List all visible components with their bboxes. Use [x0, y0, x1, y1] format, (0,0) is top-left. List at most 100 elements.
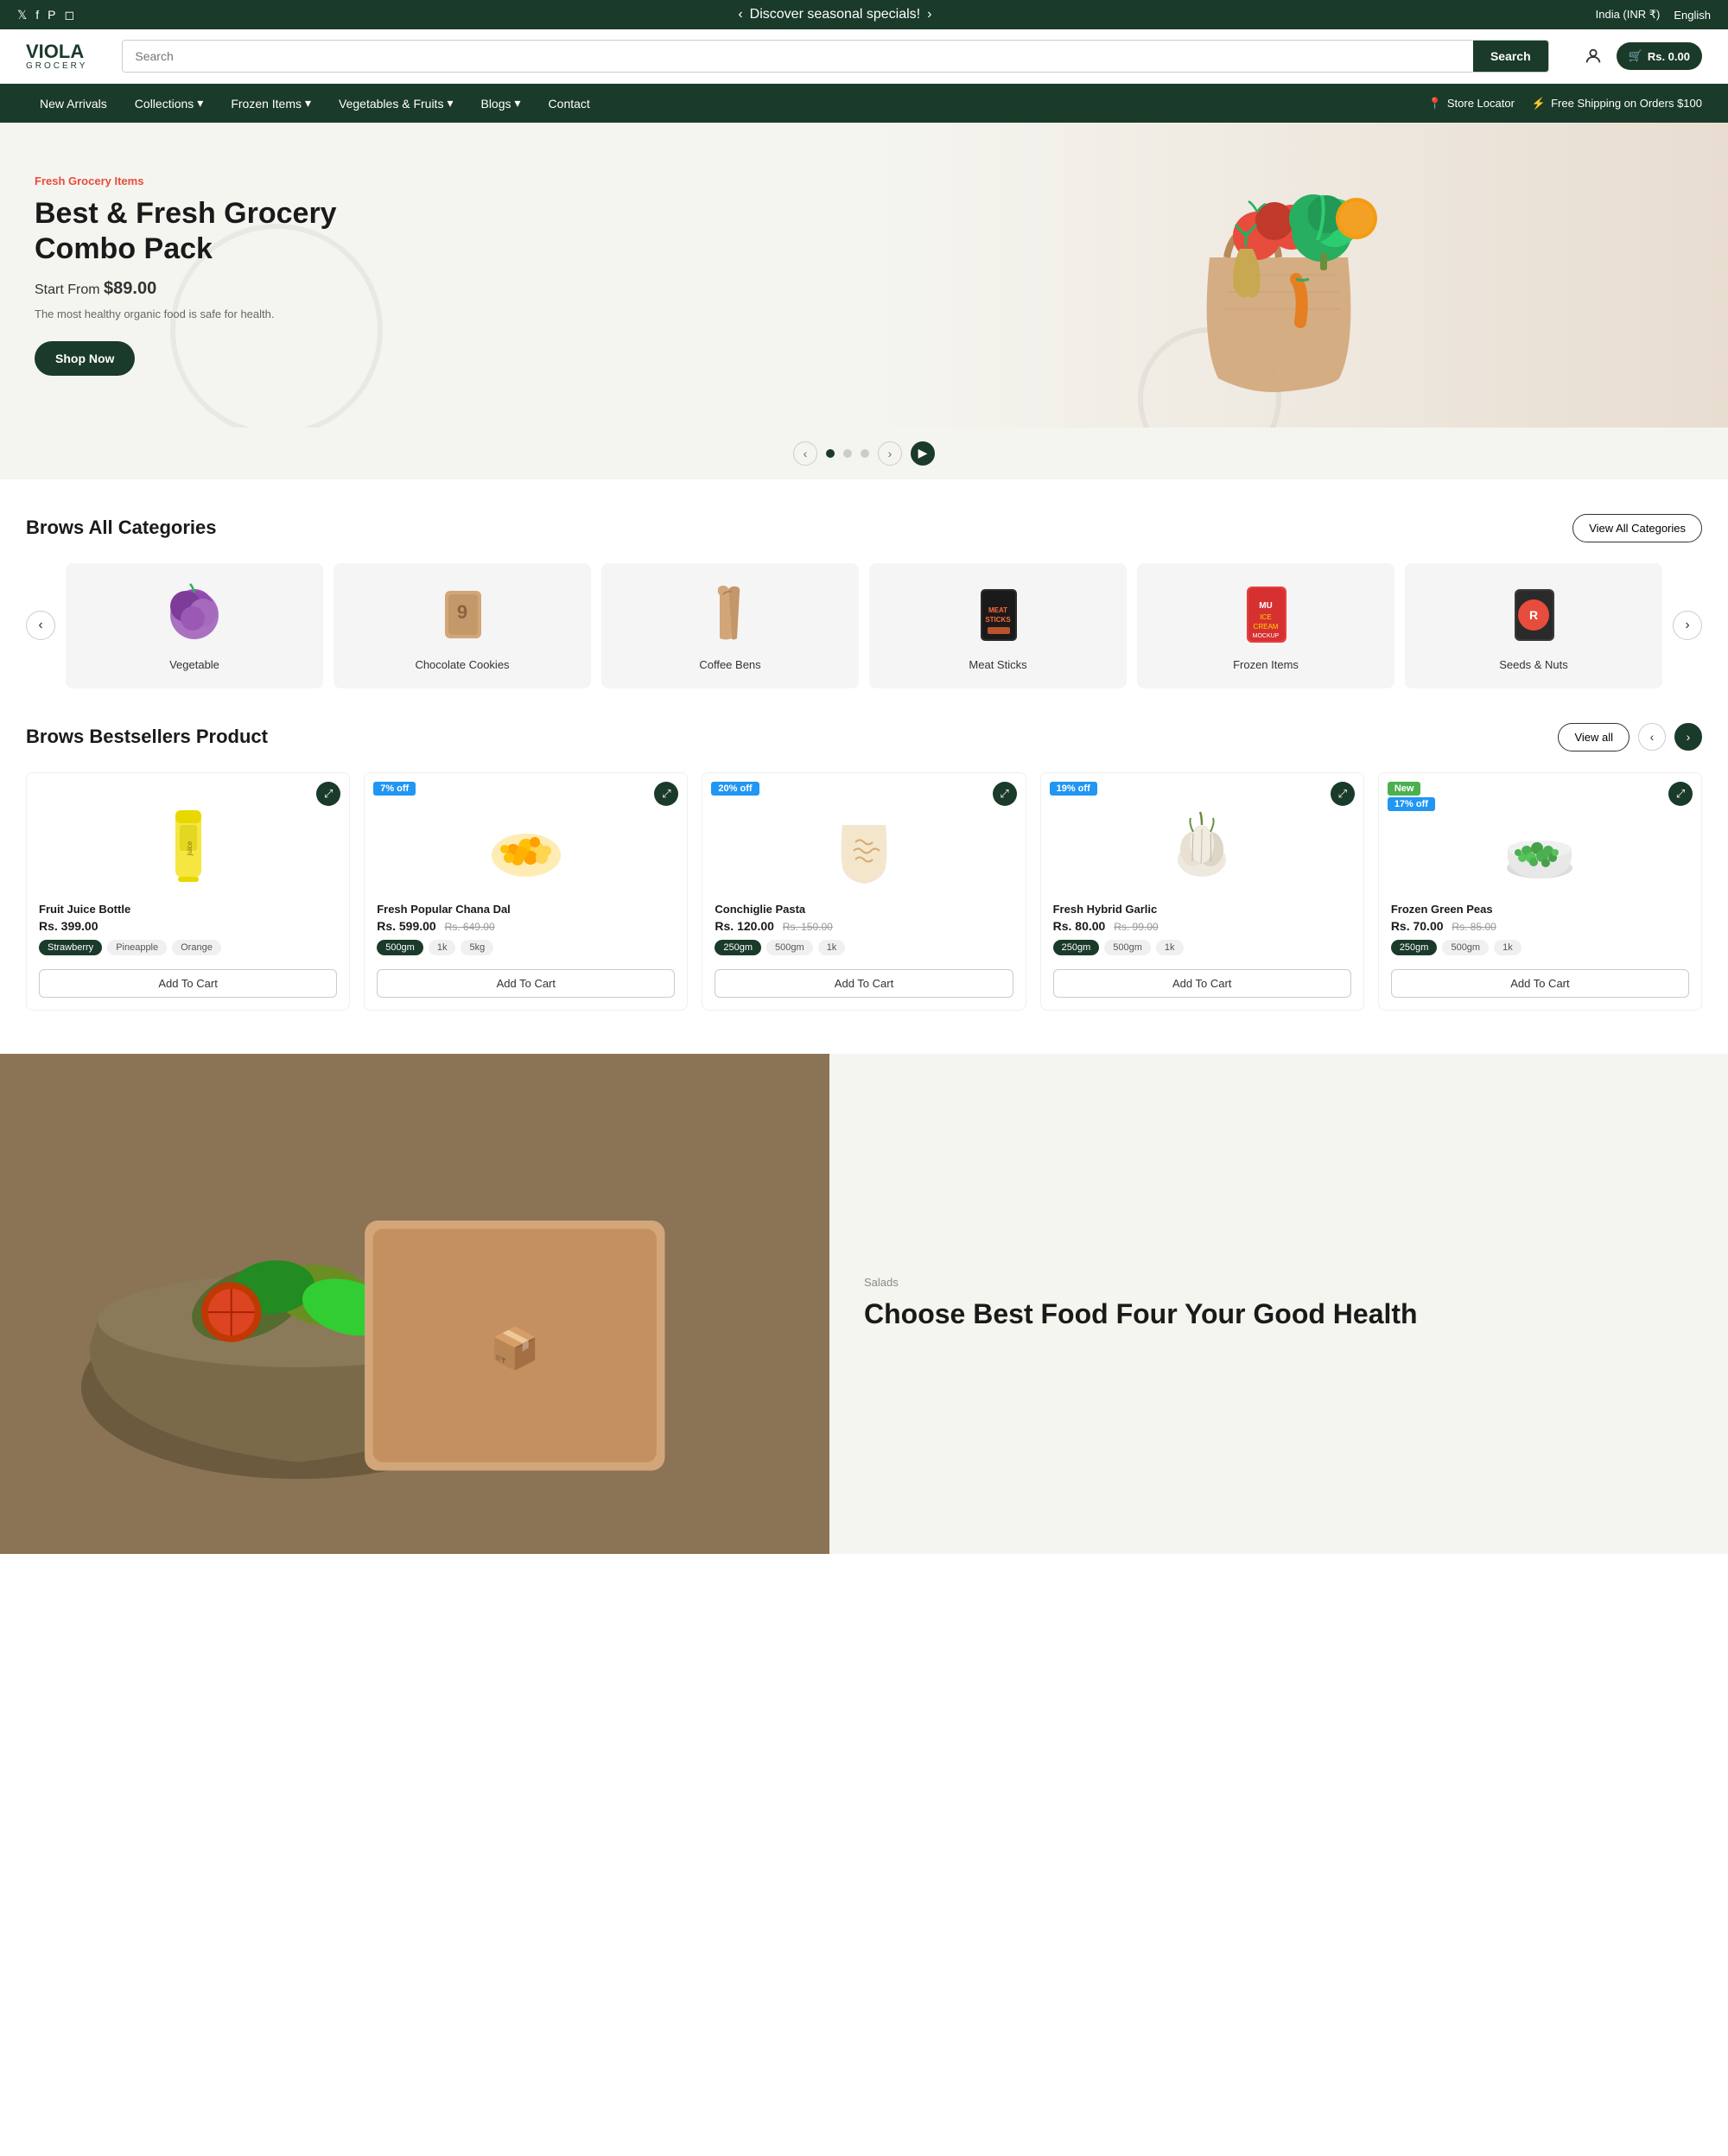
categories-prev-arrow[interactable]: ‹ — [26, 611, 55, 640]
hero-play-button[interactable]: ▶ — [911, 441, 935, 466]
size-250gm[interactable]: 250gm — [715, 940, 761, 955]
add-to-cart-garlic[interactable]: Add To Cart — [1053, 969, 1351, 998]
nav-item-vegetables[interactable]: Vegetables & Fruits ▾ — [325, 84, 467, 123]
announcement-text: Discover seasonal specials! — [750, 7, 920, 22]
category-frozen[interactable]: MU ICE CREAM MOCKUP Frozen Items — [1137, 563, 1394, 688]
product-expand-garlic[interactable]: ⤢ — [1331, 782, 1355, 806]
size-5kg[interactable]: 5kg — [461, 940, 493, 955]
add-to-cart-juice[interactable]: Add To Cart — [39, 969, 337, 998]
product-name-juice: Fruit Juice Bottle — [39, 903, 337, 916]
hero-title: Best & Fresh Grocery Combo Pack — [35, 196, 397, 267]
product-image-garlic — [1053, 799, 1351, 894]
category-meat-label: Meat Sticks — [878, 658, 1118, 671]
product-badge-chana: 7% off — [373, 782, 416, 796]
hero-dot-2[interactable] — [843, 449, 852, 458]
location-icon: 📍 — [1428, 97, 1442, 111]
product-sizes-pasta: 250gm 500gm 1k — [715, 940, 1013, 955]
product-badge-pasta: 20% off — [711, 782, 759, 796]
salads-title: Choose Best Food Four Your Good Health — [864, 1297, 1693, 1330]
size-500gm[interactable]: 500gm — [1442, 940, 1489, 955]
product-price-garlic: Rs. 80.00 Rs. 99.00 — [1053, 919, 1351, 933]
search-input[interactable] — [123, 41, 1473, 72]
size-250gm[interactable]: 250gm — [1053, 940, 1100, 955]
nav-item-collections[interactable]: Collections ▾ — [121, 84, 218, 123]
hero-prev-arrow[interactable]: ‹ — [793, 441, 817, 466]
categories-section: Brows All Categories View All Categories… — [0, 479, 1728, 723]
product-badge-new: New — [1388, 782, 1421, 796]
user-account-icon[interactable] — [1584, 47, 1603, 66]
size-orange[interactable]: Orange — [172, 940, 221, 955]
twitter-icon[interactable]: 𝕏 — [17, 8, 27, 22]
product-expand-peas[interactable]: ⤢ — [1668, 782, 1693, 806]
size-1k[interactable]: 1k — [818, 940, 846, 955]
hero-description: The most healthy organic food is safe fo… — [35, 308, 397, 320]
hero-dot-3[interactable] — [861, 449, 869, 458]
hero-dot-1[interactable] — [826, 449, 835, 458]
size-strawberry[interactable]: Strawberry — [39, 940, 102, 955]
cart-button[interactable]: 🛒 Rs. 0.00 — [1617, 42, 1702, 70]
category-coffee[interactable]: Coffee Bens — [601, 563, 859, 688]
product-expand-juice[interactable]: ⤢ — [316, 782, 340, 806]
announcement-prev[interactable]: ‹ — [738, 7, 742, 22]
size-500gm[interactable]: 500gm — [377, 940, 423, 955]
language-selector[interactable]: English — [1674, 9, 1711, 22]
logo-main: VIOLA — [26, 42, 87, 61]
bottom-banner: 📦 Salads Choose Best Food Four Your Good… — [0, 1054, 1728, 1554]
category-seeds[interactable]: R Seeds & Nuts — [1405, 563, 1662, 688]
search-button[interactable]: Search — [1473, 41, 1548, 72]
size-500gm[interactable]: 500gm — [766, 940, 813, 955]
product-image-peas — [1391, 799, 1689, 894]
category-coffee-label: Coffee Bens — [610, 658, 850, 671]
social-icons: 𝕏 f P ◻ — [17, 8, 74, 22]
hero-next-arrow[interactable]: › — [878, 441, 902, 466]
shop-now-button[interactable]: Shop Now — [35, 341, 135, 376]
category-cookies-label: Chocolate Cookies — [342, 658, 582, 671]
size-500gm[interactable]: 500gm — [1104, 940, 1151, 955]
bottom-banner-content: Salads Choose Best Food Four Your Good H… — [829, 1054, 1728, 1554]
bestsellers-prev-button[interactable]: ‹ — [1638, 723, 1666, 751]
add-to-cart-peas[interactable]: Add To Cart — [1391, 969, 1689, 998]
category-vegetable[interactable]: Vegetable — [66, 563, 323, 688]
facebook-icon[interactable]: f — [35, 8, 39, 22]
category-cookies[interactable]: 9 Chocolate Cookies — [334, 563, 591, 688]
categories-list: Vegetable 9 Chocolate Cookies — [66, 563, 1662, 688]
category-frozen-label: Frozen Items — [1146, 658, 1386, 671]
categories-next-arrow[interactable]: › — [1673, 611, 1702, 640]
header: VIOLA Grocery Search 🛒 Rs. 0.00 — [0, 29, 1728, 84]
store-locator[interactable]: 📍 Store Locator — [1428, 97, 1515, 111]
nav-item-contact[interactable]: Contact — [535, 84, 604, 123]
nav-item-new-arrivals[interactable]: New Arrivals — [26, 84, 121, 123]
view-all-products-button[interactable]: View all — [1558, 723, 1630, 751]
announcement-nav: ‹ Discover seasonal specials! › — [738, 7, 931, 22]
size-250gm[interactable]: 250gm — [1391, 940, 1438, 955]
add-to-cart-pasta[interactable]: Add To Cart — [715, 969, 1013, 998]
product-name-chana: Fresh Popular Chana Dal — [377, 903, 675, 916]
view-all-categories-button[interactable]: View All Categories — [1572, 514, 1702, 542]
product-price-chana: Rs. 599.00 Rs. 649.00 — [377, 919, 675, 933]
logo[interactable]: VIOLA Grocery — [26, 42, 87, 71]
nav-item-frozen[interactable]: Frozen Items ▾ — [217, 84, 325, 123]
size-1k[interactable]: 1k — [1494, 940, 1522, 955]
products-grid: ⤢ juice Fruit Juice Bottle Rs. 399.00 St… — [26, 772, 1702, 1011]
size-1k[interactable]: 1k — [429, 940, 456, 955]
svg-text:ICE: ICE — [1260, 613, 1271, 621]
product-expand-chana[interactable]: ⤢ — [654, 782, 678, 806]
product-image-pasta — [715, 799, 1013, 894]
free-shipping[interactable]: ⚡ Free Shipping on Orders $100 — [1532, 97, 1702, 111]
hero-price: Start From $89.00 — [35, 279, 397, 299]
hero-content: Fresh Grocery Items Best & Fresh Grocery… — [35, 174, 397, 376]
size-1k[interactable]: 1k — [1156, 940, 1184, 955]
nav-item-blogs[interactable]: Blogs ▾ — [467, 84, 534, 123]
category-meat[interactable]: MEAT STICKS Meat Sticks — [869, 563, 1127, 688]
instagram-icon[interactable]: ◻ — [65, 8, 75, 22]
svg-text:MU: MU — [1259, 601, 1273, 611]
size-pineapple[interactable]: Pineapple — [107, 940, 167, 955]
bestsellers-next-button[interactable]: › — [1674, 723, 1702, 751]
add-to-cart-chana[interactable]: Add To Cart — [377, 969, 675, 998]
country-selector[interactable]: India (INR ₹) — [1596, 8, 1661, 22]
product-expand-pasta[interactable]: ⤢ — [993, 782, 1017, 806]
bottom-banner-image: 📦 — [0, 1054, 829, 1554]
pinterest-icon[interactable]: P — [48, 8, 55, 22]
announcement-next[interactable]: › — [927, 7, 931, 22]
nav-left: New Arrivals Collections ▾ Frozen Items … — [26, 84, 1428, 123]
